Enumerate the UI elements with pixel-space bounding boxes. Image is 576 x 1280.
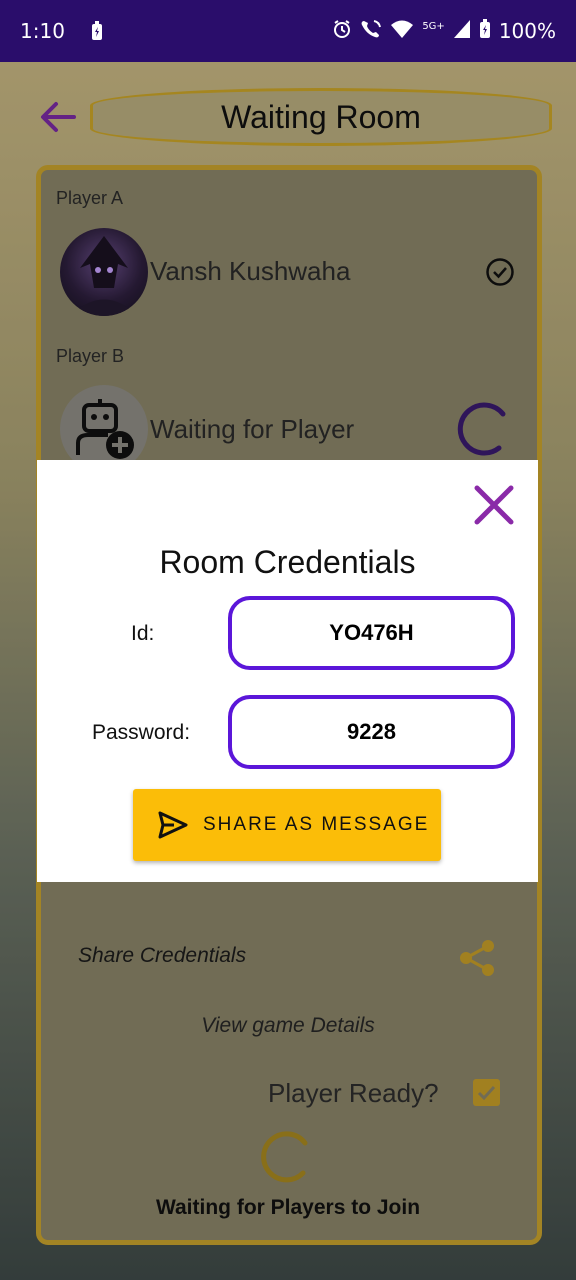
password-value: 9228 [347,719,396,744]
password-label: Password: [92,721,191,744]
status-time: 1:10 [20,19,65,43]
room-id-field[interactable]: YO476H [228,596,515,670]
password-field[interactable]: 9228 [228,695,515,769]
wifi-icon [390,19,414,44]
share-as-message-label: SHARE AS MESSAGE [203,814,430,835]
signal-icon [453,19,471,44]
battery-level: 100% [498,19,556,43]
room-id-label: Id: [131,622,155,645]
alarm-icon [332,19,352,44]
share-as-message-button[interactable]: SHARE AS MESSAGE [133,789,441,861]
send-icon [158,811,188,839]
network-type: 5G+ [422,20,445,32]
close-icon [474,485,514,525]
status-bar: 1:10 5G+ 100% [0,0,576,62]
dialog-title: Room Credentials [159,544,416,580]
wifi-call-icon [360,19,382,44]
battery-icon [479,18,491,44]
close-button[interactable] [472,483,516,527]
battery-saver-icon [91,21,103,41]
room-id-value: YO476H [329,620,414,645]
